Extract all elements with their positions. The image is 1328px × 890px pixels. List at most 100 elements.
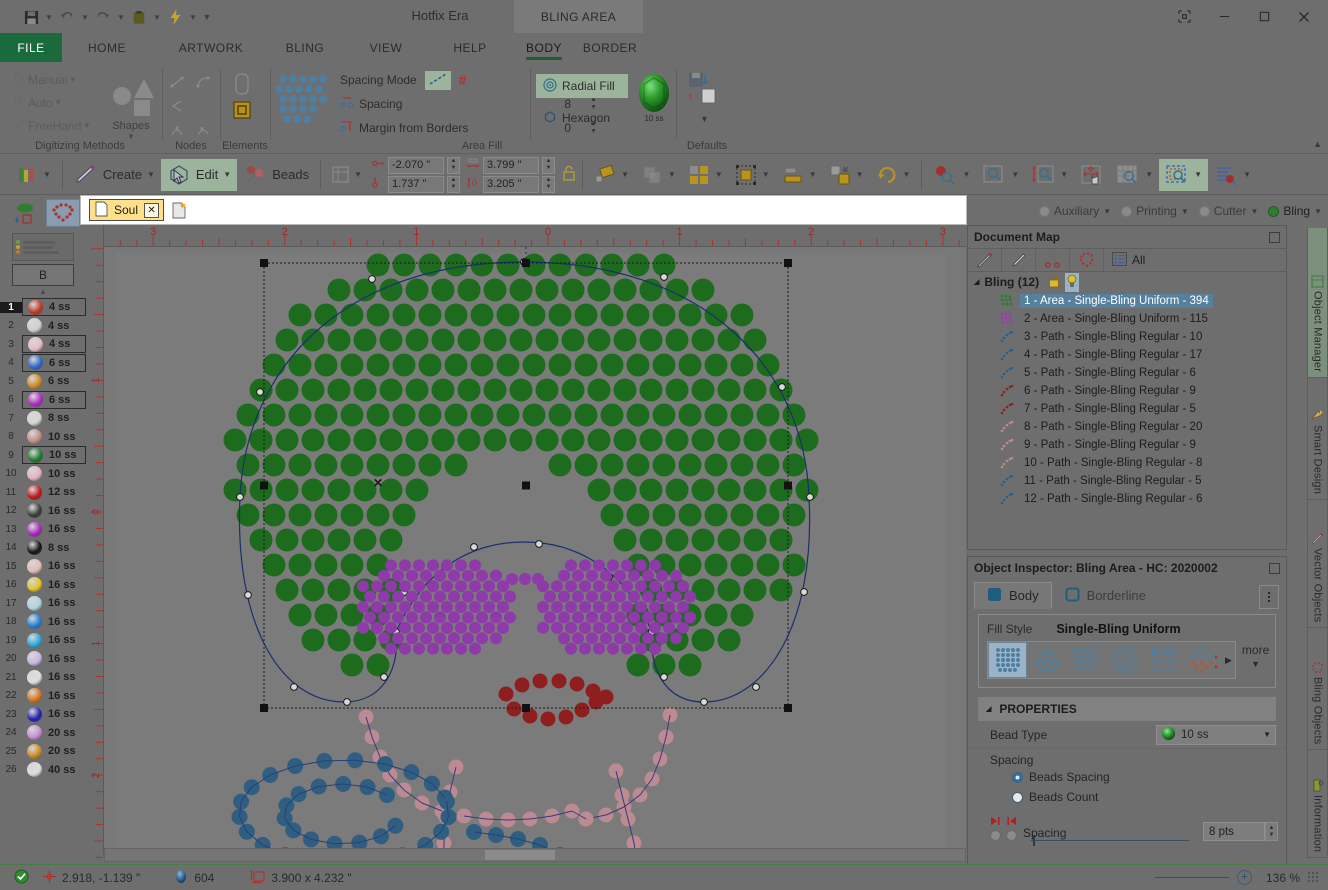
document-tab-soul[interactable]: Soul ✕ xyxy=(89,199,165,221)
selection-handle[interactable] xyxy=(522,481,530,490)
bead-entry[interactable]: 8 ss xyxy=(22,539,86,557)
bead-entry[interactable]: 16 ss xyxy=(22,687,86,705)
bead-row[interactable]: 9 10 ss xyxy=(0,446,86,465)
document-map-item[interactable]: 8 - Path - Single-Bling Regular - 20 xyxy=(968,418,1286,436)
contour-fill-icon[interactable] xyxy=(1105,642,1144,678)
tab-bling[interactable]: BLING xyxy=(276,33,334,62)
vtab-smart-design[interactable]: Smart Design xyxy=(1307,378,1328,500)
tab-view[interactable]: VIEW xyxy=(358,33,414,62)
bead-entry[interactable]: 16 ss xyxy=(22,631,86,649)
bead-row[interactable]: 3 4 ss xyxy=(0,335,86,354)
zoom-bead-dropdown-icon[interactable]: ▼ xyxy=(962,170,970,179)
horizontal-ruler[interactable]: in 3210123 xyxy=(86,225,966,247)
selection-handle[interactable] xyxy=(260,259,268,267)
overlap-button[interactable]: ▼ xyxy=(635,159,682,191)
bling-path-lips[interactable] xyxy=(498,673,614,727)
bead-row[interactable]: 8 10 ss xyxy=(0,428,86,447)
spacing-mode-grid-icon[interactable]: # xyxy=(459,72,467,88)
path-node-handle[interactable] xyxy=(778,383,786,391)
bling-dropdown-icon[interactable]: ▼ xyxy=(1314,207,1322,216)
element-selected-icon[interactable] xyxy=(232,100,252,123)
tab-body[interactable]: Body xyxy=(974,582,1052,609)
zoom-selection-dropdown-icon[interactable]: ▼ xyxy=(1011,170,1019,179)
bulb-icon[interactable] xyxy=(1065,272,1080,292)
bead-entry[interactable]: 16 ss xyxy=(22,705,86,723)
palette-bling-icon[interactable] xyxy=(46,199,80,227)
mixed-fill-icon[interactable] xyxy=(1183,642,1222,678)
alignment-dropdown-icon[interactable]: ▼ xyxy=(354,170,362,179)
select-all-dropdown-icon[interactable]: ▼ xyxy=(762,170,770,179)
bead-entry[interactable]: 10 ss xyxy=(22,428,86,446)
bead-row[interactable]: 13 16 ss xyxy=(0,520,86,539)
expand-arrow-icon[interactable]: ◢ xyxy=(974,278,979,286)
position-x-stepper[interactable]: ▲ ▼ xyxy=(447,156,460,174)
bead-row[interactable]: 24 20 ss xyxy=(0,724,86,743)
bead-row[interactable]: 23 16 ss xyxy=(0,705,86,724)
bead-row[interactable]: 26 40 ss xyxy=(0,761,86,780)
scatter-fill-icon[interactable] xyxy=(1144,642,1183,678)
bead-row[interactable]: 4 6 ss xyxy=(0,353,86,373)
digitizing-auto-button[interactable]: Auto ▼ xyxy=(6,91,98,114)
zoom-slider[interactable] xyxy=(1155,877,1229,878)
properties-collapse-icon[interactable]: ◢ xyxy=(986,705,991,713)
bead-entry[interactable]: 10 ss xyxy=(22,446,86,465)
zoom-in-icon[interactable]: + xyxy=(1237,870,1252,885)
zoom-selection-button[interactable]: ▼ xyxy=(976,159,1025,191)
bead-entry[interactable]: 16 ss xyxy=(22,594,86,612)
vertical-ruler[interactable]: 1 0 1 2 xyxy=(86,225,104,875)
bead-entry[interactable]: 20 ss xyxy=(22,742,86,760)
bead-entry[interactable]: 10 ss xyxy=(22,465,86,483)
fill-style-next-icon[interactable]: ▶ xyxy=(1222,655,1235,666)
selection-handle[interactable] xyxy=(260,481,268,490)
align-button[interactable]: ▼ xyxy=(776,159,823,191)
bead-row[interactable]: 17 16 ss xyxy=(0,594,86,613)
fill-style-more-button[interactable]: more ▼ xyxy=(1242,644,1269,671)
bead-row[interactable]: 16 16 ss xyxy=(0,576,86,595)
more-options-icon[interactable] xyxy=(1259,585,1279,609)
document-map-item[interactable]: 10 - Path - Single-Bling Regular - 8 xyxy=(968,454,1286,472)
alignment-grid-button[interactable]: ▼ xyxy=(326,159,368,191)
path-node-handle[interactable] xyxy=(700,698,708,706)
auto-dropdown-icon[interactable]: ▼ xyxy=(53,98,64,107)
bead-row[interactable]: 11 12 ss xyxy=(0,483,86,502)
height-stepper[interactable]: ▲ ▼ xyxy=(542,175,555,193)
bead-row[interactable]: 21 16 ss xyxy=(0,668,86,687)
zoom-selection-box-button[interactable]: ▼ xyxy=(1159,158,1209,191)
maximize-icon[interactable] xyxy=(1244,0,1284,33)
position-y-stepper[interactable]: ▲ ▼ xyxy=(447,175,460,193)
defaults-save-load-icon[interactable]: t xyxy=(688,72,722,111)
tab-artwork[interactable]: ARTWORK xyxy=(168,33,254,62)
document-map-root[interactable]: ◢ Bling (12) xyxy=(968,272,1286,292)
selection-handle[interactable] xyxy=(522,704,530,712)
path-node-handle[interactable] xyxy=(256,388,264,396)
zoom-page-dropdown-icon[interactable]: ▼ xyxy=(1145,170,1153,179)
scope-auxiliary[interactable]: Auxiliary ▼ xyxy=(1038,204,1111,218)
selection-handle[interactable] xyxy=(784,259,792,267)
transform-dropdown-icon[interactable]: ▼ xyxy=(903,170,911,179)
tab-body[interactable]: BODY xyxy=(516,33,572,62)
zoom-value[interactable]: 136 % xyxy=(1260,871,1300,885)
scissors-icon[interactable] xyxy=(1036,248,1070,272)
pin-icon[interactable] xyxy=(1269,231,1280,243)
bead-entry[interactable]: 12 ss xyxy=(22,483,86,501)
bead-entry[interactable]: 16 ss xyxy=(22,576,86,594)
grid-fill-icon[interactable] xyxy=(988,642,1027,678)
scope-cutter[interactable]: Cutter ▼ xyxy=(1198,204,1258,218)
align-dropdown-icon[interactable]: ▼ xyxy=(809,170,817,179)
width-stepper[interactable]: ▲ ▼ xyxy=(542,156,555,174)
vtab-object-manager[interactable]: Object Manager xyxy=(1307,228,1328,378)
height-field[interactable]: 3.205 " xyxy=(483,175,539,193)
zoom-height-dropdown-icon[interactable]: ▼ xyxy=(1060,170,1068,179)
scope-bling[interactable]: Bling ▼ xyxy=(1268,204,1322,218)
element-outline-icon[interactable] xyxy=(232,72,252,99)
scope-printing[interactable]: Printing ▼ xyxy=(1121,204,1189,218)
bead-entry[interactable]: 16 ss xyxy=(22,668,86,686)
bead-entry[interactable]: 6 ss xyxy=(22,372,86,390)
document-map-item[interactable]: 11 - Path - Single-Bling Regular - 5 xyxy=(968,472,1286,490)
minimize-icon[interactable] xyxy=(1204,0,1244,33)
node-smooth-icon[interactable] xyxy=(164,118,190,142)
canvas-horizontal-scrollbar[interactable] xyxy=(104,848,966,862)
design-canvas[interactable]: ✕ xyxy=(104,247,966,855)
path-node-handle[interactable] xyxy=(290,683,298,691)
bling-area-sunglasses[interactable] xyxy=(357,559,696,655)
